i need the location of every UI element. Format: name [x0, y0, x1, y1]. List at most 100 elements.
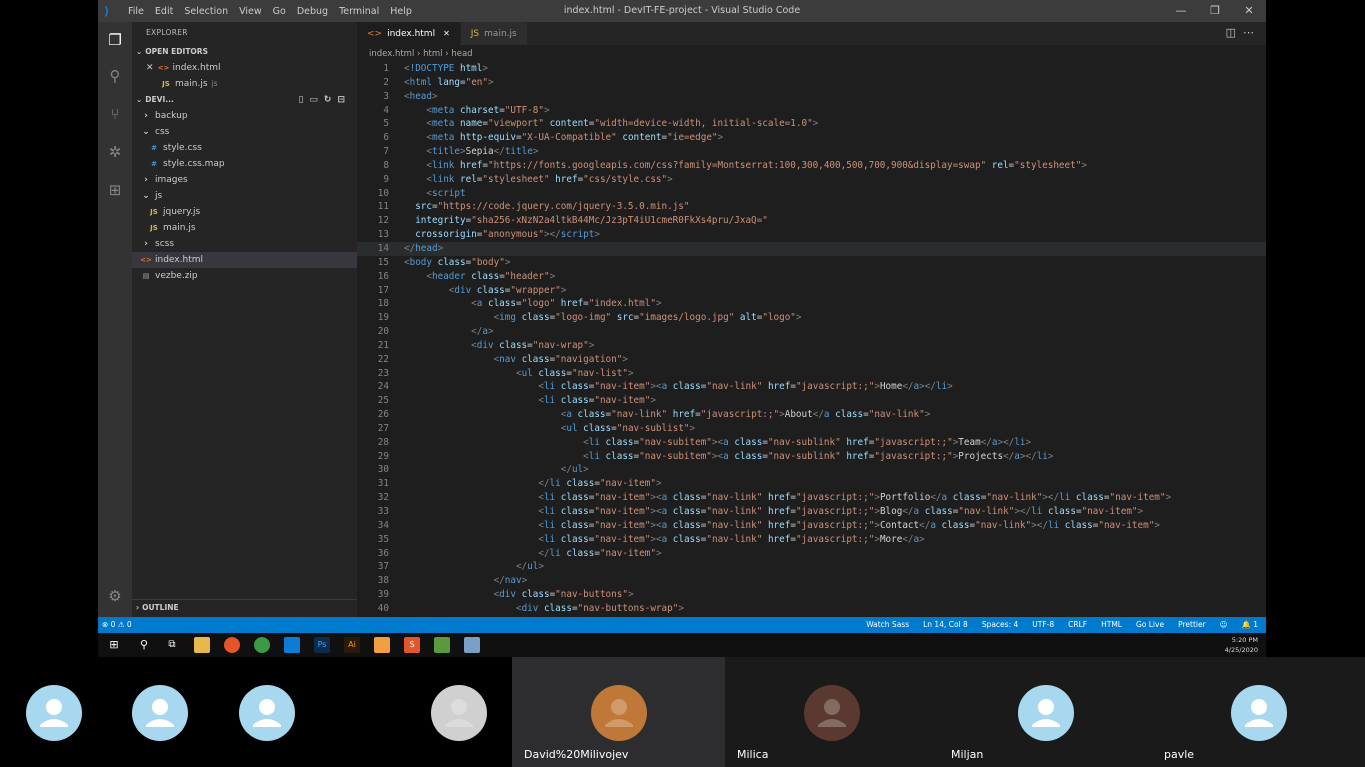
menu-go[interactable]: Go: [273, 6, 286, 17]
code-editor[interactable]: 1 <!DOCTYPE html> 2 <html lang="en"> 3 <head>…: [357, 62, 1266, 617]
debug-icon[interactable]: ✲: [105, 142, 125, 162]
problems-indicator[interactable]: ⊗ 0 ⚠ 0: [102, 617, 132, 633]
status-items: Watch Sass Ln 14, Col 8 Spaces: 4 UTF-8 CRLF…: [852, 617, 1258, 633]
code-token: ul: [571, 464, 584, 476]
code-token: "javascript:;": [874, 450, 953, 462]
tree-item-images[interactable]: › images: [132, 172, 357, 188]
status-item[interactable]: Go Live: [1136, 617, 1164, 633]
tree-item-style-css[interactable]: # style.css: [132, 140, 357, 156]
app-icon[interactable]: [374, 637, 390, 653]
file-explorer-icon[interactable]: [194, 637, 210, 653]
status-item[interactable]: Watch Sass: [866, 617, 909, 633]
task-view-icon[interactable]: ⧉: [164, 637, 180, 653]
status-item[interactable]: UTF-8: [1032, 617, 1054, 633]
illustrator-icon[interactable]: Ai: [344, 637, 360, 653]
tree-item-js[interactable]: ⌄ js: [132, 188, 357, 204]
participant-tile[interactable]: David%20Milivojev: [512, 657, 725, 767]
status-item[interactable]: HTML: [1101, 617, 1122, 633]
code-token: "nav-item": [599, 478, 656, 490]
app-icon[interactable]: S: [404, 637, 420, 653]
breadcrumb-item[interactable]: head: [451, 49, 472, 59]
participant-tile[interactable]: [107, 657, 213, 767]
code-token: >: [627, 367, 634, 379]
status-item[interactable]: Prettier: [1178, 617, 1206, 633]
breadcrumb-item[interactable]: html: [423, 49, 442, 59]
code-line: 34 <li class="nav-item"><a class="nav-li…: [357, 519, 1266, 533]
code-token: class: [924, 506, 953, 517]
avatar: [431, 685, 487, 741]
participant-tile[interactable]: [0, 657, 107, 767]
photoshop-icon[interactable]: Ps: [314, 637, 330, 653]
breadcrumb: index.html › html › head: [357, 45, 1266, 63]
code-token: "nav-item": [1081, 506, 1138, 517]
close-icon[interactable]: ✕: [1232, 0, 1266, 22]
tree-item-style-css-map[interactable]: # style.css.map: [132, 156, 357, 172]
windows-start-icon[interactable]: ⊞: [106, 637, 122, 653]
participant-tile[interactable]: Miljan: [939, 657, 1152, 767]
extensions-icon[interactable]: ⊞: [105, 180, 125, 200]
code-token: class: [672, 533, 701, 545]
close-icon[interactable]: ✕: [443, 29, 450, 38]
participant-tile[interactable]: [213, 657, 320, 767]
tab-label: index.html: [387, 28, 436, 39]
menu-file[interactable]: File: [128, 6, 144, 17]
code-token: "logo": [762, 312, 796, 324]
source-control-icon[interactable]: ⑂: [105, 104, 125, 124]
line-number: 37: [377, 561, 389, 573]
tree-item-main-js[interactable]: JS main.js: [132, 220, 357, 236]
breadcrumb-item[interactable]: index.html: [369, 49, 414, 59]
search-icon[interactable]: ⚲: [105, 66, 125, 86]
minimize-icon[interactable]: —: [1164, 0, 1198, 22]
open-editor-item[interactable]: JS main.js js: [132, 76, 357, 92]
participant-tile[interactable]: pavle: [1152, 657, 1365, 767]
code-token: </: [560, 464, 572, 476]
open-editors-section[interactable]: ⌄ OPEN EDITORS: [132, 44, 357, 60]
search-icon[interactable]: ⚲: [136, 637, 152, 653]
status-item[interactable]: Spaces: 4: [982, 617, 1018, 633]
explorer-icon[interactable]: ❐: [105, 30, 125, 50]
tree-item-css[interactable]: ⌄ css: [132, 124, 357, 140]
code-token: >: [678, 602, 684, 614]
tab-index-html[interactable]: <> index.html ✕: [357, 22, 461, 45]
status-item[interactable]: Ln 14, Col 8: [923, 617, 968, 633]
close-icon[interactable]: ✕: [146, 60, 154, 76]
code-token: li: [1014, 436, 1026, 448]
maximize-icon[interactable]: ❐: [1198, 0, 1232, 22]
more-actions-icon[interactable]: ⋯: [1243, 26, 1254, 39]
menu-debug[interactable]: Debug: [297, 6, 328, 17]
app-icon[interactable]: [434, 637, 450, 653]
chevron-down-icon: ⌄: [142, 127, 150, 137]
code-token: class: [560, 381, 589, 393]
project-section[interactable]: ⌄ DEVI... ▯▭↻⊟: [132, 92, 357, 108]
chrome-icon[interactable]: [254, 637, 270, 653]
tree-item-scss[interactable]: › scss: [132, 236, 357, 252]
menu-view[interactable]: View: [239, 6, 262, 17]
code-token: a: [723, 450, 735, 462]
tree-item-vezbe-zip[interactable]: ▤ vezbe.zip: [132, 268, 357, 284]
code-token: "https://code.jquery.com/jquery-3.5.0.mi…: [437, 201, 690, 213]
menu-terminal[interactable]: Terminal: [339, 6, 379, 17]
menu-help[interactable]: Help: [390, 6, 412, 17]
firefox-icon[interactable]: [224, 637, 240, 653]
explorer-actions[interactable]: ▯▭↻⊟: [298, 92, 351, 108]
settings-gear-icon[interactable]: ⚙: [105, 586, 125, 606]
tree-item-backup[interactable]: › backup: [132, 108, 357, 124]
code-token: class: [499, 339, 528, 351]
status-item[interactable]: 🔔 1: [1242, 617, 1259, 633]
split-editor-icon[interactable]: ◫: [1226, 26, 1236, 39]
tree-item-label: js: [155, 191, 163, 201]
status-item[interactable]: ☺: [1220, 617, 1228, 633]
tree-item-jquery-js[interactable]: JS jquery.js: [132, 204, 357, 220]
menu-edit[interactable]: Edit: [155, 6, 173, 17]
status-item[interactable]: CRLF: [1068, 617, 1087, 633]
participant-tile[interactable]: Milica: [725, 657, 939, 767]
tree-item-index-html[interactable]: <> index.html: [132, 252, 357, 268]
participant-tile[interactable]: [320, 657, 512, 767]
app-icon[interactable]: [464, 637, 480, 653]
outline-section[interactable]: › OUTLINE: [132, 599, 357, 615]
menu-selection[interactable]: Selection: [184, 6, 228, 17]
code-token: </: [1003, 450, 1015, 462]
tab-main-js[interactable]: JS main.js: [460, 22, 528, 45]
open-editor-item[interactable]: ✕ <> index.html: [132, 60, 357, 76]
vscode-icon[interactable]: [284, 637, 300, 653]
